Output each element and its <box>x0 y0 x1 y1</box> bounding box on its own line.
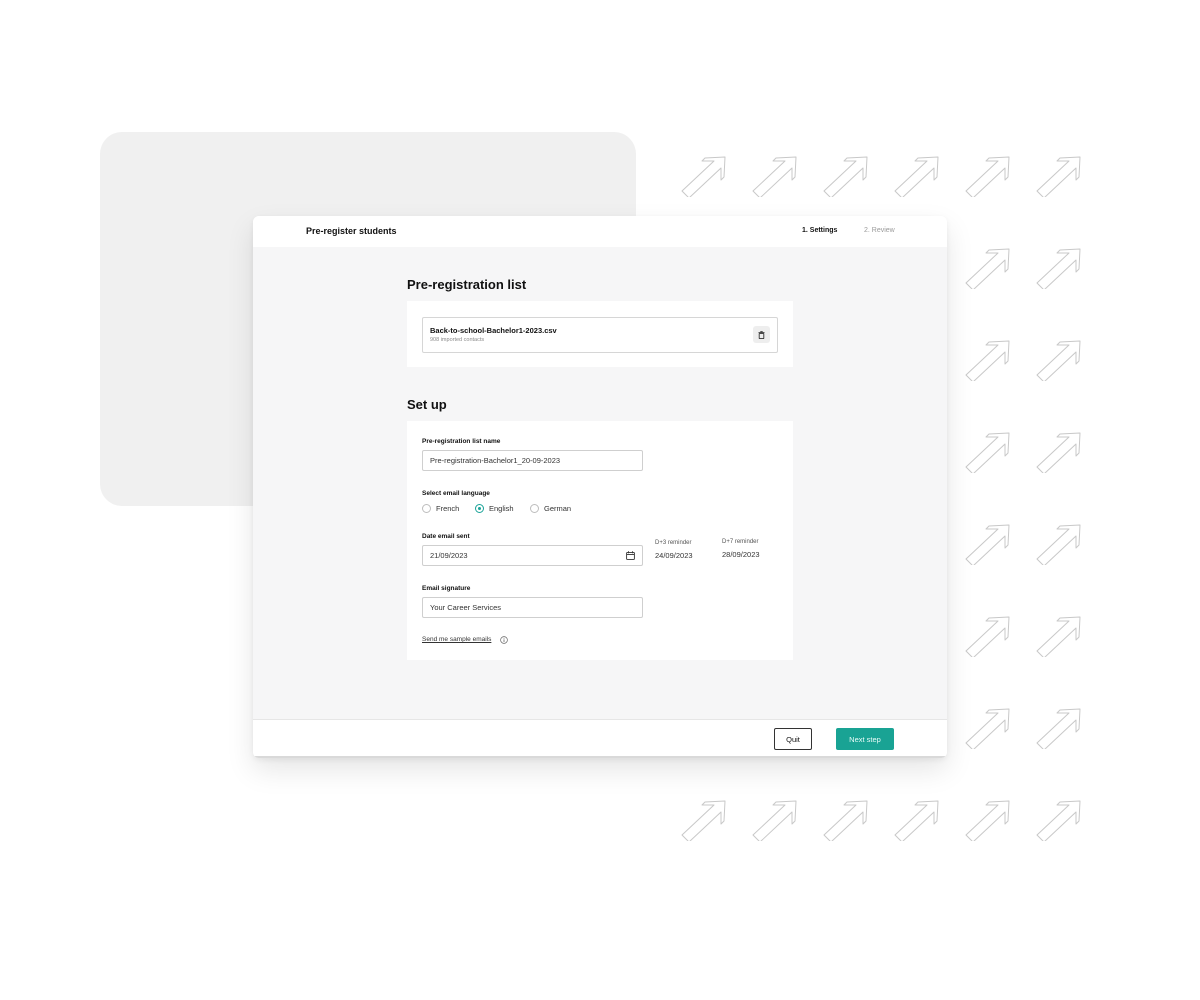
arrow-decoration-icon <box>1035 429 1083 473</box>
arrow-decoration-icon <box>893 153 941 197</box>
list-name-input[interactable] <box>422 450 643 471</box>
list-name-label: Pre-registration list name <box>422 438 501 445</box>
reminder-d7-date: 28/09/2023 <box>722 550 760 559</box>
email-signature-label: Email signature <box>422 585 471 592</box>
radio-indicator <box>422 504 431 513</box>
radio-english[interactable]: English <box>475 504 514 513</box>
date-email-sent-label: Date email sent <box>422 533 470 540</box>
arrow-decoration-icon <box>964 797 1012 841</box>
top-bar: Pre-register students 1. Settings 2. Rev… <box>253 216 947 247</box>
setup-panel: Pre-registration list name Select email … <box>407 421 793 660</box>
delete-file-button[interactable] <box>753 326 770 343</box>
reminder-d7-label: D+7 reminder <box>722 539 759 545</box>
file-contact-count: 908 imported contacts <box>430 337 485 343</box>
arrow-decoration-icon <box>964 521 1012 565</box>
arrow-decoration-icon <box>1035 797 1083 841</box>
arrow-decoration-icon <box>1035 245 1083 289</box>
app-window: Pre-register students 1. Settings 2. Rev… <box>253 216 947 758</box>
preregistration-list-panel: Back-to-school-Bachelor1-2023.csv 908 im… <box>407 301 793 367</box>
arrow-decoration-icon <box>964 245 1012 289</box>
trash-icon <box>758 330 765 339</box>
arrow-decoration-icon <box>680 797 728 841</box>
bottom-action-bar: Quit Next step <box>253 719 947 758</box>
arrow-decoration-icon <box>964 705 1012 749</box>
quit-button[interactable]: Quit <box>774 728 812 750</box>
arrow-decoration-icon <box>964 153 1012 197</box>
radio-label: German <box>544 504 572 513</box>
radio-label: French <box>436 504 460 513</box>
radio-french[interactable]: French <box>422 504 459 513</box>
arrow-decoration-icon <box>893 797 941 841</box>
send-sample-emails-link[interactable]: Send me sample emails <box>422 636 491 643</box>
arrow-decoration-icon <box>751 153 799 197</box>
arrow-decoration-icon <box>964 429 1012 473</box>
reminder-d3-label: D+3 reminder <box>655 540 692 546</box>
calendar-icon[interactable] <box>626 551 635 560</box>
date-email-sent-input[interactable] <box>422 545 643 566</box>
info-icon[interactable] <box>500 636 508 644</box>
step-settings[interactable]: 1. Settings <box>802 227 837 234</box>
reminder-d3-date: 24/09/2023 <box>655 551 693 560</box>
arrow-decoration-icon <box>680 153 728 197</box>
step-review[interactable]: 2. Review <box>864 227 895 234</box>
arrow-decoration-icon <box>964 337 1012 381</box>
radio-indicator <box>530 504 539 513</box>
arrow-decoration-icon <box>1035 153 1083 197</box>
arrow-decoration-icon <box>1035 521 1083 565</box>
next-step-button[interactable]: Next step <box>836 728 894 750</box>
file-name: Back-to-school-Bachelor1-2023.csv <box>430 326 557 335</box>
arrow-decoration-icon <box>1035 705 1083 749</box>
imported-file-card: Back-to-school-Bachelor1-2023.csv 908 im… <box>422 317 778 353</box>
radio-indicator-selected <box>475 504 484 513</box>
arrow-decoration-icon <box>751 797 799 841</box>
page-title: Pre-register students <box>306 226 397 236</box>
section-title-preregistration-list: Pre-registration list <box>407 277 527 292</box>
section-title-setup: Set up <box>407 397 447 412</box>
arrow-decoration-icon <box>822 153 870 197</box>
arrow-decoration-icon <box>1035 613 1083 657</box>
email-signature-input[interactable] <box>422 597 643 618</box>
arrow-decoration-icon <box>822 797 870 841</box>
email-language-label: Select email language <box>422 490 490 497</box>
radio-label: English <box>489 504 514 513</box>
arrow-decoration-icon <box>1035 337 1083 381</box>
radio-german[interactable]: German <box>530 504 571 513</box>
arrow-decoration-icon <box>964 613 1012 657</box>
